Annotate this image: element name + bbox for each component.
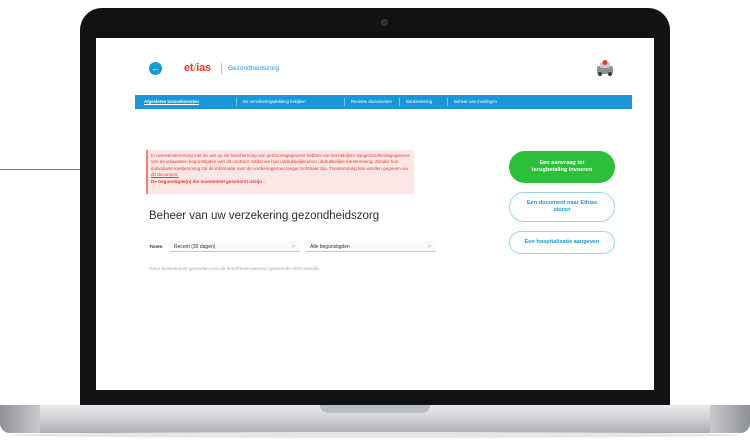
main-navigation: Afgesloten tussenkomsten De verzekerings… <box>135 95 632 109</box>
period-select[interactable]: Recent (30 dagen) ⌄ <box>170 241 300 252</box>
laptop-shadow <box>10 432 740 438</box>
nav-separator <box>236 98 237 106</box>
send-document-button[interactable]: Een document naar Ethias sturen <box>509 192 615 222</box>
alert-body-text: In overeenstemming met de wet op de besc… <box>151 153 410 171</box>
nav-separator <box>447 98 448 106</box>
beneficiary-select[interactable]: Alle begunstigden ⌄ <box>306 241 436 252</box>
beneficiary-select-value: Alle begunstigden <box>310 244 350 250</box>
logo-part-1: et <box>184 62 194 74</box>
alert-suspended-beneficiaries: De begunstigde(n) die momenteel geschors… <box>151 178 265 184</box>
nav-item-afgesloten-tussenkomsten[interactable]: Afgesloten tussenkomsten <box>144 99 199 104</box>
empty-state-message: Geen tussenkomst gevonden voor de betref… <box>149 266 321 271</box>
declare-hospitalization-button[interactable]: Een hospitalisatie aangeven <box>509 231 615 254</box>
app-header: ← et/ias Gezondheidszorg <box>96 38 654 94</box>
nav-separator <box>399 98 400 106</box>
nav-item-recente-documenten[interactable]: Recente documenten <box>351 99 392 104</box>
alert-body: In overeenstemming met de wet op de besc… <box>151 153 410 179</box>
page-title: Beheer van uw verzekering gezondheidszor… <box>149 210 380 222</box>
laptop-screen: ← et/ias Gezondheidszorg Afgesloten tuss… <box>96 38 654 390</box>
laptop-notch <box>320 405 430 413</box>
nav-item-verzekeringsdekking[interactable]: De verzekeringsdekking bekijken <box>243 99 306 104</box>
nav-item-beheer-meldingen[interactable]: Beheer van meldingen <box>454 99 497 104</box>
header-divider <box>221 63 222 74</box>
submit-reimbursement-button[interactable]: Een aanvraag tot terugbetaling invoeren <box>509 151 615 183</box>
filter-label: Tonen <box>149 244 163 249</box>
chevron-down-icon: ⌄ <box>290 243 296 249</box>
laptop-base-right <box>710 405 750 433</box>
webcam-icon <box>381 19 388 26</box>
arrow-left-icon[interactable]: ← <box>149 62 162 75</box>
nav-separator <box>344 98 345 106</box>
logo-part-2: ias <box>196 62 211 74</box>
laptop-base-left <box>0 405 40 433</box>
consent-alert: In overeenstemming met de wet op de besc… <box>146 150 414 194</box>
stage: ← et/ias Gezondheidszorg Afgesloten tuss… <box>0 0 750 441</box>
period-select-value: Recent (30 dagen) <box>174 244 216 250</box>
profile-avatar-icon[interactable] <box>594 58 616 76</box>
product-name: Gezondheidszorg <box>228 65 279 72</box>
nav-item-bankrekening[interactable]: Bankrekening <box>406 99 432 104</box>
chevron-down-icon: ⌄ <box>426 243 432 249</box>
ethias-logo[interactable]: et/ias <box>184 62 211 74</box>
alert-document-link[interactable]: dit document. <box>151 172 179 177</box>
